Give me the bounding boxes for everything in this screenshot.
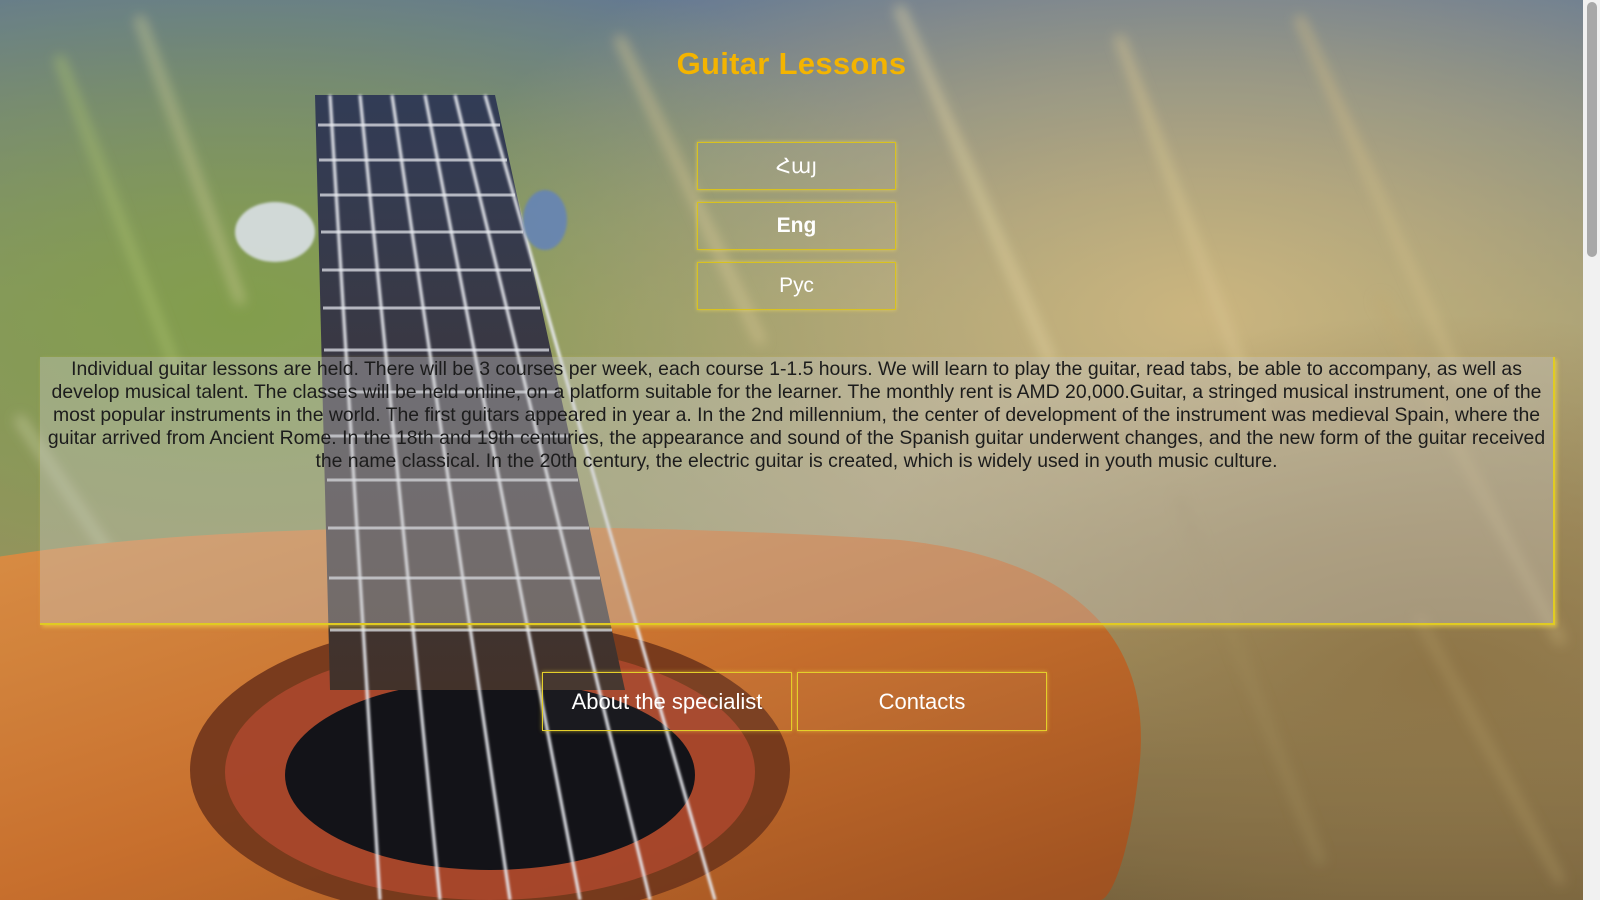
description-panel: Individual guitar lessons are held. Ther… (40, 357, 1555, 625)
scrollbar-track[interactable] (1583, 0, 1600, 900)
page-title: Guitar Lessons (676, 46, 907, 81)
description-text: Individual guitar lessons are held. Ther… (47, 358, 1546, 472)
scrollbar-thumb[interactable] (1587, 2, 1597, 257)
contacts-button[interactable]: Contacts (797, 672, 1047, 731)
about-specialist-button[interactable]: About the specialist (542, 672, 792, 731)
language-button-russian[interactable]: Рус (697, 262, 896, 310)
language-button-armenian[interactable]: Հայ (697, 142, 896, 190)
page: Guitar Lessons Հայ Eng Рус Individual gu… (0, 0, 1600, 900)
language-button-english[interactable]: Eng (697, 202, 896, 250)
